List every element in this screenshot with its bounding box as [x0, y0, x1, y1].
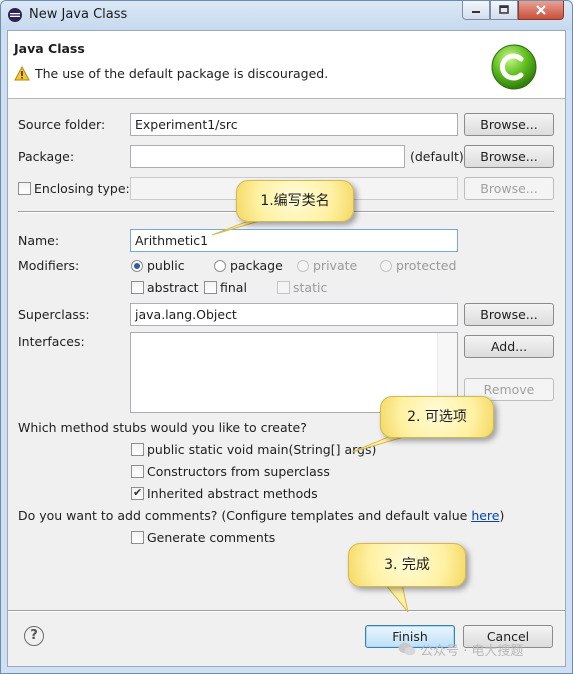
static-checkbox [277, 281, 290, 294]
modifier-public-label: public [147, 258, 185, 273]
superclass-browse-button[interactable]: Browse... [464, 303, 554, 326]
eclipse-icon [8, 8, 22, 22]
package-label: Package: [18, 149, 75, 164]
class-name-field[interactable]: Arithmetic1 [130, 229, 458, 252]
wizard-header [8, 31, 565, 99]
help-button[interactable]: ? [24, 626, 44, 646]
comments-question-end: ) [499, 508, 505, 523]
package-default-label: (default) [410, 149, 464, 164]
comments-question: Do you want to add comments? (Configure … [18, 508, 504, 524]
configure-templates-link[interactable]: here [471, 508, 499, 523]
footer-separator [8, 610, 565, 612]
radio-selected-dot [134, 263, 140, 269]
main-method-label: public static void main(String[] args) [147, 442, 377, 457]
interfaces-label: Interfaces: [18, 334, 85, 349]
add-interface-button[interactable]: Add... [464, 335, 554, 358]
page-title: Java Class [14, 41, 85, 56]
modifier-protected-label: protected [396, 258, 457, 273]
watermark-text: 公众号 · 电大搜题 [420, 644, 524, 659]
constructors-label: Constructors from superclass [147, 464, 330, 479]
final-label: final [220, 280, 247, 295]
close-button[interactable] [518, 1, 564, 20]
window-title: New Java Class [29, 7, 128, 22]
enclosing-type-browse-button: Browse... [464, 177, 554, 200]
modifier-package-label: package [230, 258, 283, 273]
constructors-checkbox[interactable] [131, 465, 144, 478]
modifier-private-radio [297, 260, 309, 272]
superclass-label: Superclass: [18, 307, 90, 322]
enclosing-type-checkbox[interactable] [18, 182, 31, 195]
name-label: Name: [18, 233, 60, 248]
modifier-public-radio[interactable] [131, 260, 143, 272]
maximize-icon [499, 5, 509, 14]
header-message: The use of the default package is discou… [35, 66, 329, 81]
package-field[interactable] [130, 145, 405, 168]
method-stubs-question: Which method stubs would you like to cre… [18, 420, 307, 435]
checkmark-icon: ✔ [133, 486, 143, 499]
annotation-callout-finish: 3. 完成 [348, 543, 466, 587]
warning-icon [14, 66, 30, 81]
comments-question-text: Do you want to add comments? (Configure … [18, 508, 472, 523]
close-icon [536, 5, 546, 15]
superclass-field[interactable]: java.lang.Object [130, 303, 458, 326]
modifier-package-radio[interactable] [214, 260, 226, 272]
final-checkbox[interactable] [204, 281, 217, 294]
annotation-callout-options: 2. 可选项 [380, 396, 494, 438]
annotation-callout-name: 1.编写类名 [236, 180, 354, 222]
static-label: static [293, 280, 328, 295]
generate-comments-checkbox[interactable] [131, 531, 144, 544]
wechat-icon [398, 642, 416, 656]
generate-comments-label: Generate comments [147, 530, 276, 545]
main-method-checkbox[interactable] [131, 443, 144, 456]
maximize-button[interactable] [490, 1, 518, 20]
minimize-button[interactable] [462, 1, 490, 20]
abstract-label: abstract [147, 280, 199, 295]
inherited-methods-label: Inherited abstract methods [147, 486, 318, 501]
inherited-methods-checkbox[interactable]: ✔ [131, 486, 144, 500]
source-folder-label: Source folder: [18, 117, 106, 132]
package-browse-button[interactable]: Browse... [464, 145, 554, 168]
new-class-wizard-icon [491, 44, 537, 90]
modifier-private-label: private [313, 258, 358, 273]
modifiers-label: Modifiers: [18, 258, 80, 273]
enclosing-type-label: Enclosing type: [34, 181, 130, 196]
minimize-icon [472, 11, 480, 13]
source-folder-browse-button[interactable]: Browse... [464, 113, 554, 136]
abstract-checkbox[interactable] [131, 281, 144, 294]
modifier-protected-radio [380, 260, 392, 272]
source-folder-field[interactable]: Experiment1/src [130, 113, 458, 136]
